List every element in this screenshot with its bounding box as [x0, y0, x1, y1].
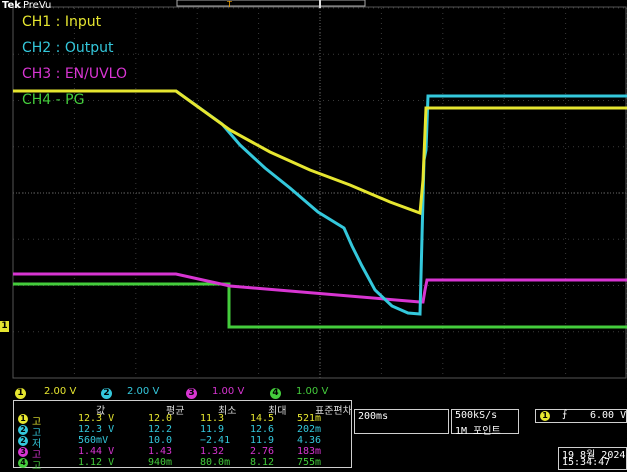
record-view-bar [176, 0, 366, 7]
measurement-channel-icon: 1 [18, 414, 28, 424]
sample-rate: 500kS/s [455, 410, 498, 421]
measurement-cell: 80.0m [200, 457, 231, 468]
measurement-cell: 11.9 [250, 435, 275, 446]
ch3-scale-icon[interactable]: 3 [186, 388, 197, 399]
trigger-slope-icon: ⨍ [562, 409, 568, 420]
measurement-cell: 2.76 [250, 446, 275, 457]
measurement-cell: 12.6 [250, 424, 275, 435]
trigger-position-marker: T [227, 0, 232, 9]
oscilloscope-screen: Tek PreVu T CH1 : Input CH2 : Output CH3 … [0, 0, 627, 472]
trigger-source-icon: 1 [540, 411, 550, 421]
record-length: 1M 포인트 [455, 426, 501, 437]
acq-mode: PreVu [22, 0, 52, 11]
measurement-cell: 183m [297, 446, 322, 457]
brand-logo: Tek PreVu [2, 0, 52, 11]
measurement-cell: 755m [297, 457, 322, 468]
ground-level-marker[interactable]: 1 [0, 321, 9, 332]
measurement-cell: 8.12 [250, 457, 275, 468]
ch1-scale[interactable]: 2.00 V [44, 386, 76, 397]
measurement-cell: 10.0 [148, 435, 173, 446]
ch1-scale-icon[interactable]: 1 [15, 388, 26, 399]
measurement-channel-icon: 3 [18, 447, 28, 457]
ch4-scale[interactable]: 1.00 V [296, 386, 328, 397]
measurement-cell: 521m [297, 413, 322, 424]
ch2-scale[interactable]: 2.00 V [127, 386, 159, 397]
measurement-cell: 12.2 [148, 424, 173, 435]
legend-ch3: CH3 : EN/UVLO [22, 66, 128, 82]
measurement-cell: 1.43 [148, 446, 173, 457]
ch3-scale[interactable]: 1.00 V [212, 386, 244, 397]
measurement-cell: 12.3 V [78, 413, 115, 424]
measurement-cell: −2.41 [200, 435, 231, 446]
ch4-scale-icon[interactable]: 4 [270, 388, 281, 399]
measurement-cell: 940m [148, 457, 173, 468]
measurement-cell: 1.44 V [78, 446, 115, 457]
measurement-cell: 4.36 [297, 435, 322, 446]
legend-ch1: CH1 : Input [22, 14, 102, 30]
measurement-cell: 14.5 [250, 413, 275, 424]
timebase: 200ms [358, 411, 389, 422]
measurement-cell: 1.32 [200, 446, 225, 457]
measurement-cell: 202m [297, 424, 322, 435]
measurement-cell: 1.12 V [78, 457, 115, 468]
legend-ch2: CH2 : Output [22, 40, 114, 56]
measurement-channel-icon: 2 [18, 436, 28, 446]
time: 15:34:47 [562, 457, 611, 468]
measurement-channel-icon: 2 [18, 425, 28, 435]
ch2-scale-icon[interactable]: 2 [101, 388, 112, 399]
legend-ch4: CH4 - PG [22, 92, 85, 108]
measurement-cell: 12.3 V [78, 424, 115, 435]
measurement-channel-icon: 4 [18, 458, 28, 468]
measurement-cell: 11.9 [200, 424, 225, 435]
trigger-level: 6.00 V [590, 410, 627, 421]
measurement-cell: 11.3 [200, 413, 225, 424]
measurement-cell: 12.0 [148, 413, 173, 424]
measurement-cell: 560mV [78, 435, 109, 446]
